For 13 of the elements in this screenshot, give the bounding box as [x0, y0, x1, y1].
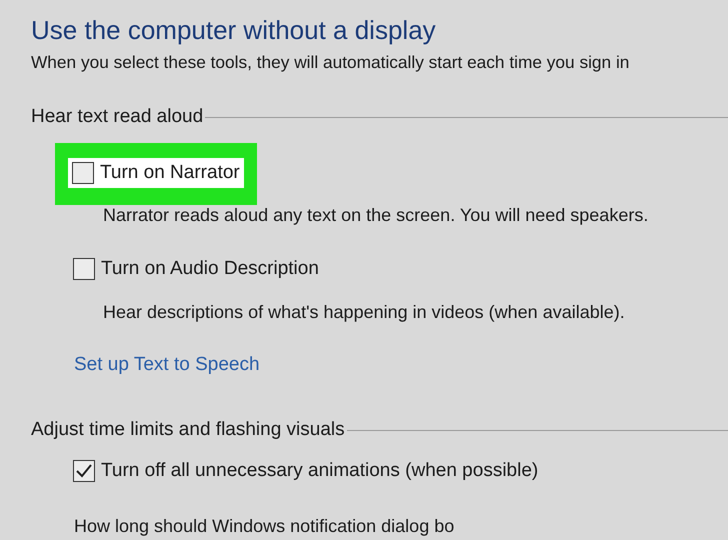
- checkbox[interactable]: [73, 258, 95, 280]
- checkbox-label[interactable]: Turn off all unnecessary animations (when possible): [101, 460, 538, 482]
- checkbox[interactable]: [73, 460, 95, 482]
- page-title: Use the computer without a display: [31, 14, 436, 47]
- checkbox[interactable]: [72, 162, 94, 184]
- description-text: Narrator reads aloud any text on the screen. You will need speakers.: [103, 204, 648, 227]
- section-heading: Hear text read aloud: [31, 106, 204, 128]
- checkbox-label[interactable]: Turn on Audio Description: [101, 258, 319, 280]
- text-to-speech-link[interactable]: Set up Text to Speech: [74, 350, 260, 380]
- section-heading: Adjust time limits and flashing visuals: [31, 419, 345, 441]
- description-text: Hear descriptions of what's happening in videos (when available).: [103, 301, 625, 324]
- question-text: How long should Windows notification dialog bo: [74, 515, 454, 538]
- intro-text: When you select these tools, they will automatically start each time you sign in: [31, 51, 630, 74]
